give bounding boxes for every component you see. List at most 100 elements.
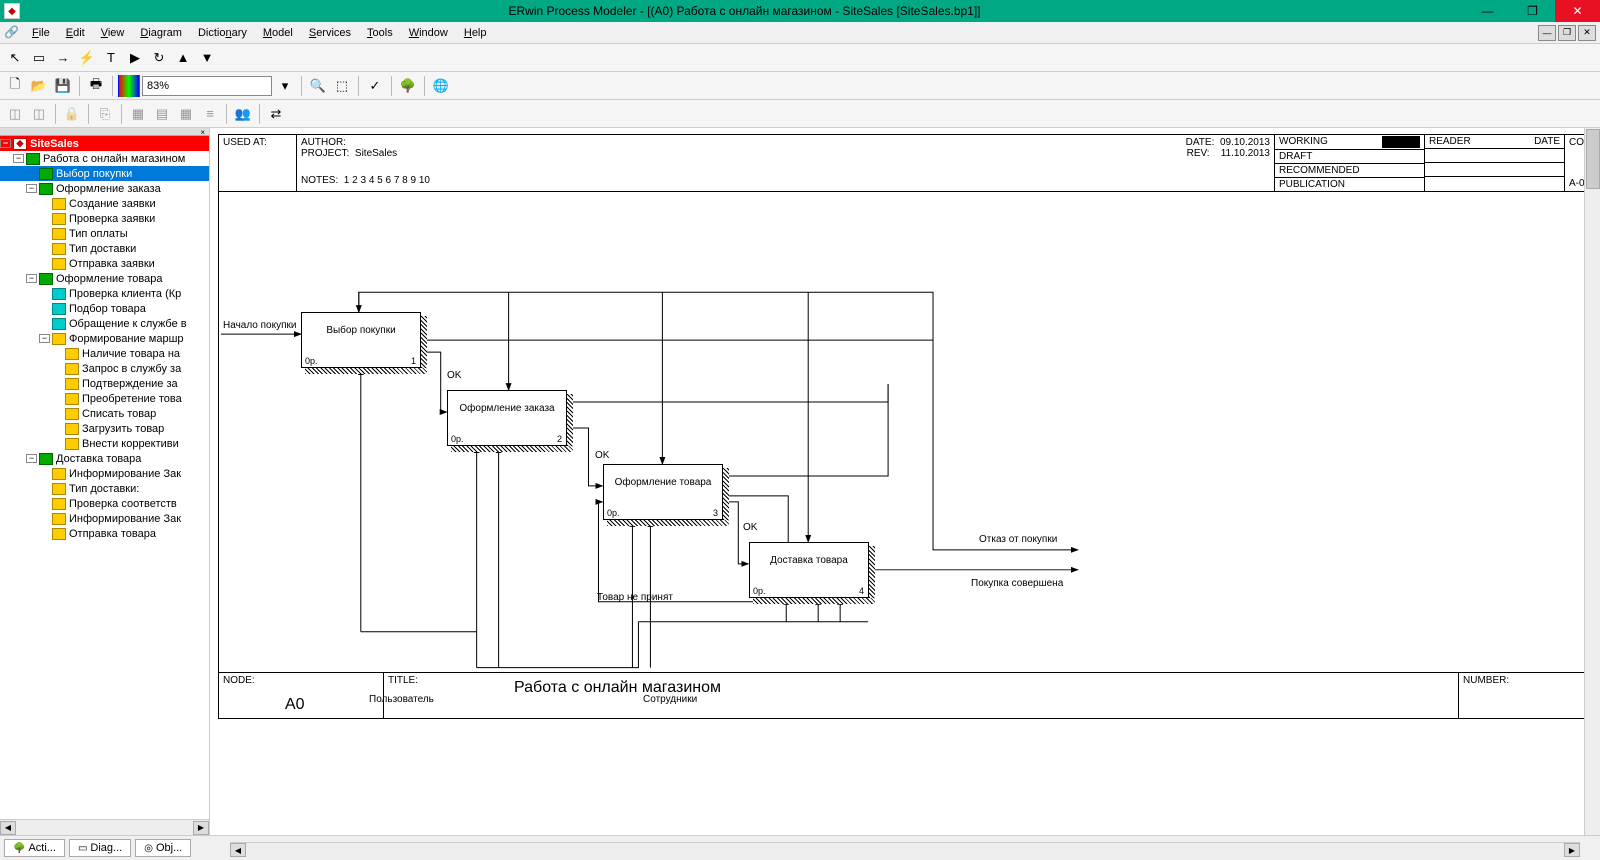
people-button[interactable]: 👥 — [232, 103, 254, 125]
scroll-left-button[interactable]: ◀ — [230, 843, 246, 857]
scroll-right-button[interactable]: ▶ — [193, 821, 209, 835]
zoom-combo[interactable] — [142, 76, 272, 96]
canvas-v-scrollbar[interactable] — [1584, 128, 1600, 835]
tab-diagrams[interactable]: ▭Diag... — [69, 839, 131, 857]
activity-box-2[interactable]: Оформление заказа0р.2 — [447, 390, 567, 446]
tree-h-scrollbar[interactable]: ◀ ▶ — [0, 819, 209, 835]
menu-model[interactable]: Model — [255, 25, 301, 41]
maximize-button[interactable]: ❐ — [1510, 0, 1555, 22]
down-triangle-button[interactable]: ▼ — [196, 47, 218, 69]
zoom-in-button[interactable]: 🔍 — [307, 75, 329, 97]
tree-node[interactable]: Списать товар — [0, 406, 209, 421]
pointer-tool-button[interactable]: ↖ — [4, 47, 26, 69]
new-button[interactable]: 🗋 — [4, 75, 26, 97]
tree-node[interactable]: −Оформление заказа — [0, 181, 209, 196]
activity-icon — [52, 198, 66, 210]
scrollbar-thumb[interactable] — [1586, 129, 1600, 189]
menu-tools[interactable]: Tools — [359, 25, 401, 41]
open-button[interactable]: 📂 — [28, 75, 50, 97]
swap-button[interactable]: ⇄ — [265, 103, 287, 125]
menu-edit[interactable]: Edit — [58, 25, 93, 41]
activity-number: 1 — [411, 356, 416, 366]
tree-node[interactable]: Подбор товара — [0, 301, 209, 316]
scroll-track[interactable] — [246, 843, 1564, 858]
tree-expander-icon[interactable]: − — [26, 184, 37, 193]
mdi-close-button[interactable]: ✕ — [1578, 25, 1596, 41]
minimize-button[interactable]: — — [1465, 0, 1510, 22]
up-triangle-button[interactable]: ▲ — [172, 47, 194, 69]
activity-box-3[interactable]: Оформление товара0р.3 — [603, 464, 723, 520]
tree-node[interactable]: Запрос в службу за — [0, 361, 209, 376]
tree-node[interactable]: Проверка соответств — [0, 496, 209, 511]
menu-window[interactable]: Window — [401, 25, 456, 41]
play-tool-button[interactable]: ▶ — [124, 47, 146, 69]
tree-node[interactable]: Внести коррективи — [0, 436, 209, 451]
menu-dictionary[interactable]: Dictionary — [190, 25, 255, 41]
close-button[interactable]: ✕ — [1555, 0, 1600, 22]
activity-icon — [52, 498, 66, 510]
tree-node[interactable]: Создание заявки — [0, 196, 209, 211]
menu-view[interactable]: View — [93, 25, 133, 41]
label-tovar-ne-prinyat: Товар не принят — [597, 592, 673, 603]
diagram-canvas[interactable]: USED AT: AUTHOR: DATE: 09.10.2013 PROJEC… — [210, 128, 1600, 835]
diagram-body[interactable]: Выбор покупки0р.1 Оформление заказа0р.2 Оф… — [219, 192, 1600, 672]
text-tool-button[interactable]: T — [100, 47, 122, 69]
activity-box-4[interactable]: Доставка товара0р.4 — [749, 542, 869, 598]
tree-node[interactable]: −Работа с онлайн магазином — [0, 151, 209, 166]
tree-node[interactable]: Выбор покупки — [0, 166, 209, 181]
tree-expander-icon[interactable]: − — [0, 139, 11, 148]
tree-node[interactable]: −Доставка товара — [0, 451, 209, 466]
activity-title: Оформление товара — [604, 465, 722, 488]
activity-box-1[interactable]: Выбор покупки0р.1 — [301, 312, 421, 368]
tree-node[interactable]: Тип доставки: — [0, 481, 209, 496]
tree-node[interactable]: Наличие товара на — [0, 346, 209, 361]
tree-node[interactable]: Обращение к службе в — [0, 316, 209, 331]
tree-expander-icon[interactable]: − — [26, 454, 37, 463]
tree-node[interactable]: Преобретение това — [0, 391, 209, 406]
scroll-right-button[interactable]: ▶ — [1564, 843, 1580, 857]
panel-close-button[interactable]: × — [0, 128, 209, 136]
menu-diagram[interactable]: Diagram — [132, 25, 190, 41]
tree-node[interactable]: Проверка заявки — [0, 211, 209, 226]
canvas-h-scrollbar[interactable]: ◀ ▶ — [230, 842, 1580, 858]
tree-link-button[interactable]: 🌳 — [397, 75, 419, 97]
scroll-left-button[interactable]: ◀ — [0, 821, 16, 835]
tree-node[interactable]: −Формирование маршр — [0, 331, 209, 346]
arrow-tool-button[interactable]: → — [52, 47, 74, 69]
tab-activities[interactable]: 🌳Acti... — [4, 839, 65, 857]
mdi-minimize-button[interactable]: — — [1538, 25, 1556, 41]
tree-node[interactable]: Информирование Зак — [0, 466, 209, 481]
menu-help[interactable]: Help — [456, 25, 495, 41]
menu-file[interactable]: File — [24, 25, 58, 41]
tree-node[interactable]: Подтверждение за — [0, 376, 209, 391]
rev-value: 11.10.2013 — [1221, 148, 1270, 159]
print-button[interactable]: 🖶 — [85, 75, 107, 97]
tree-expander-icon[interactable]: − — [26, 274, 37, 283]
tree-node[interactable]: Загрузить товар — [0, 421, 209, 436]
tree-expander-icon[interactable]: − — [13, 154, 24, 163]
squiggle-tool-button[interactable]: ⚡ — [76, 47, 98, 69]
tree-node[interactable]: Тип оплаты — [0, 226, 209, 241]
model-tree[interactable]: − ◆ SiteSales −Работа с онлайн магазином… — [0, 136, 209, 819]
save-button[interactable]: 💾 — [52, 75, 74, 97]
mdi-restore-button[interactable]: ❐ — [1558, 25, 1576, 41]
tree-node[interactable]: Тип доставки — [0, 241, 209, 256]
palette-button[interactable] — [118, 75, 140, 97]
globe-button[interactable]: 🌐 — [430, 75, 452, 97]
tree-node[interactable]: Информирование Зак — [0, 511, 209, 526]
spellcheck-button[interactable]: ✓ — [364, 75, 386, 97]
copy-button: ⎘ — [94, 103, 116, 125]
menu-services[interactable]: Services — [301, 25, 359, 41]
tree-node[interactable]: Отправка товара — [0, 526, 209, 541]
zoom-dropdown-button[interactable]: ▾ — [274, 75, 296, 97]
tab-objects[interactable]: ◎Obj... — [135, 839, 191, 857]
separator — [121, 104, 122, 124]
tree-expander-icon[interactable]: − — [39, 334, 50, 343]
box-tool-button[interactable]: ▭ — [28, 47, 50, 69]
refresh-button[interactable]: ↻ — [148, 47, 170, 69]
tree-node[interactable]: Отправка заявки — [0, 256, 209, 271]
tree-model-root[interactable]: − ◆ SiteSales — [0, 136, 209, 151]
tree-node[interactable]: Проверка клиента (Кр — [0, 286, 209, 301]
tree-node[interactable]: −Оформление товара — [0, 271, 209, 286]
zoom-area-button[interactable]: ⬚ — [331, 75, 353, 97]
